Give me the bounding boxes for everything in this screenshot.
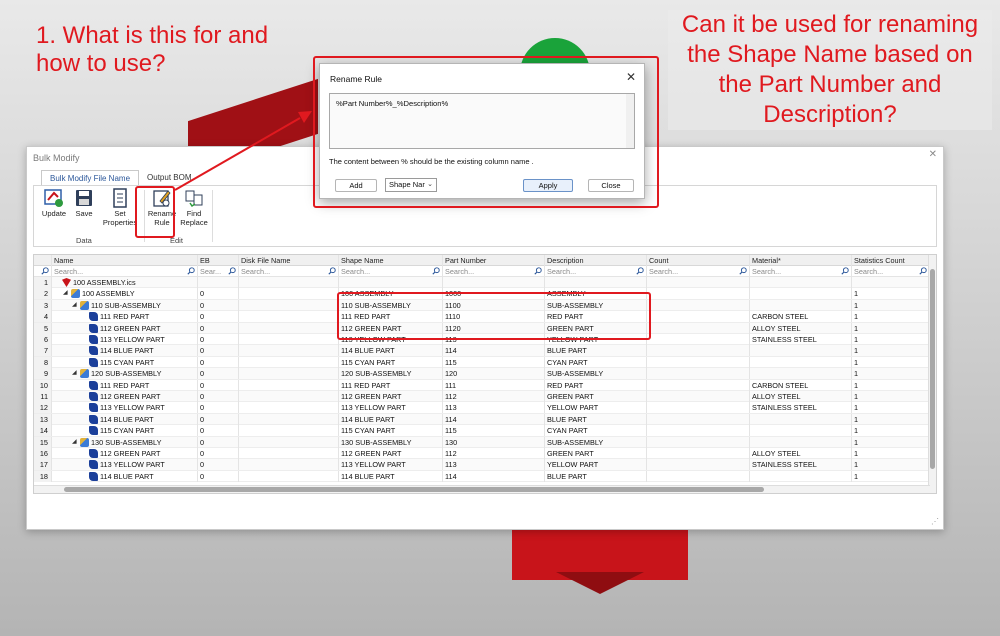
annotation-arrow	[174, 111, 312, 191]
